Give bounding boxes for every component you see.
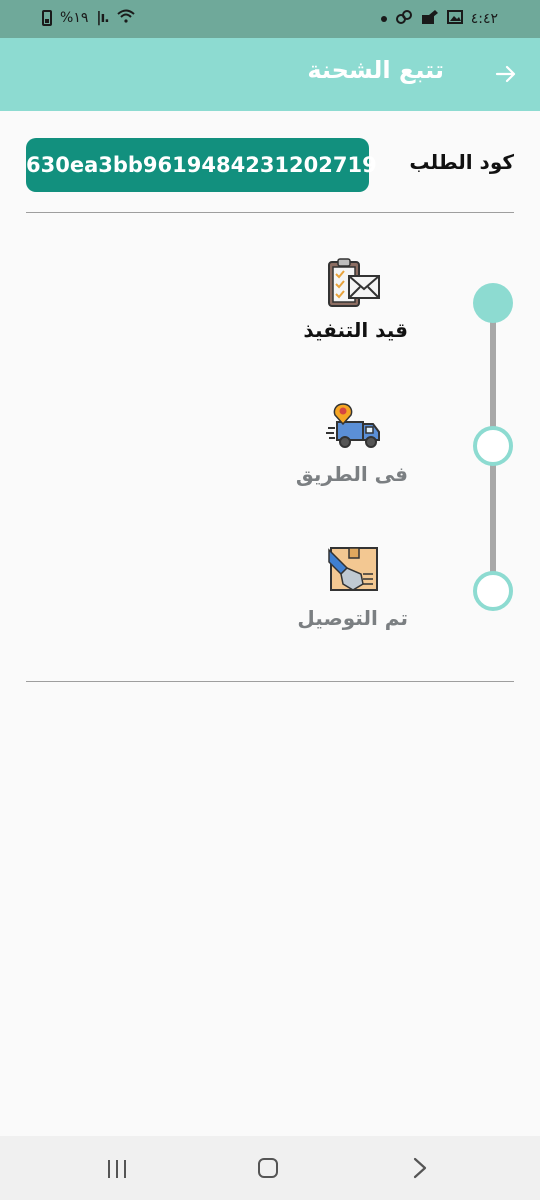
status-right: ٤:٤٢ [380, 9, 498, 29]
signal-icon: |ı. [96, 10, 109, 26]
battery-icon [42, 10, 52, 26]
app-notification-icon [421, 9, 439, 29]
clock-time: ٤:٤٢ [470, 11, 498, 27]
status-left: %١٩ |ı. [42, 9, 135, 27]
page-title: تتبع الشحنة [307, 56, 444, 84]
app-bar: تتبع الشحنة [0, 38, 540, 111]
order-code-label: كود الطلب [409, 150, 514, 174]
nav-back-icon[interactable] [408, 1150, 432, 1186]
package-delivered-icon [325, 544, 381, 596]
system-nav-bar [0, 1136, 540, 1200]
notification-dot-icon [380, 16, 387, 22]
step-indicator-delivered [473, 571, 513, 611]
wifi-icon [116, 9, 135, 27]
link-icon [395, 9, 413, 29]
divider-top [26, 212, 514, 213]
battery-percent: %١٩ [60, 10, 89, 26]
step-label-on-the-way: فى الطريق [295, 462, 408, 486]
step-label-processing: قيد التنفيذ [303, 318, 408, 342]
back-arrow-icon[interactable] [486, 54, 526, 94]
step-indicator-on-the-way [473, 426, 513, 466]
recents-icon[interactable] [108, 1160, 126, 1178]
clipboard-mail-icon [325, 258, 381, 310]
order-code-badge: 630ea3bb9619484231202719 [26, 138, 377, 192]
home-icon[interactable] [258, 1158, 278, 1178]
image-icon [446, 10, 463, 28]
divider-bottom [26, 681, 514, 682]
step-label-delivered: تم التوصيل [297, 606, 408, 630]
delivery-truck-icon [325, 402, 381, 454]
status-bar: %١٩ |ı. ٤:٤٢ [0, 0, 540, 38]
step-indicator-processing [473, 283, 513, 323]
